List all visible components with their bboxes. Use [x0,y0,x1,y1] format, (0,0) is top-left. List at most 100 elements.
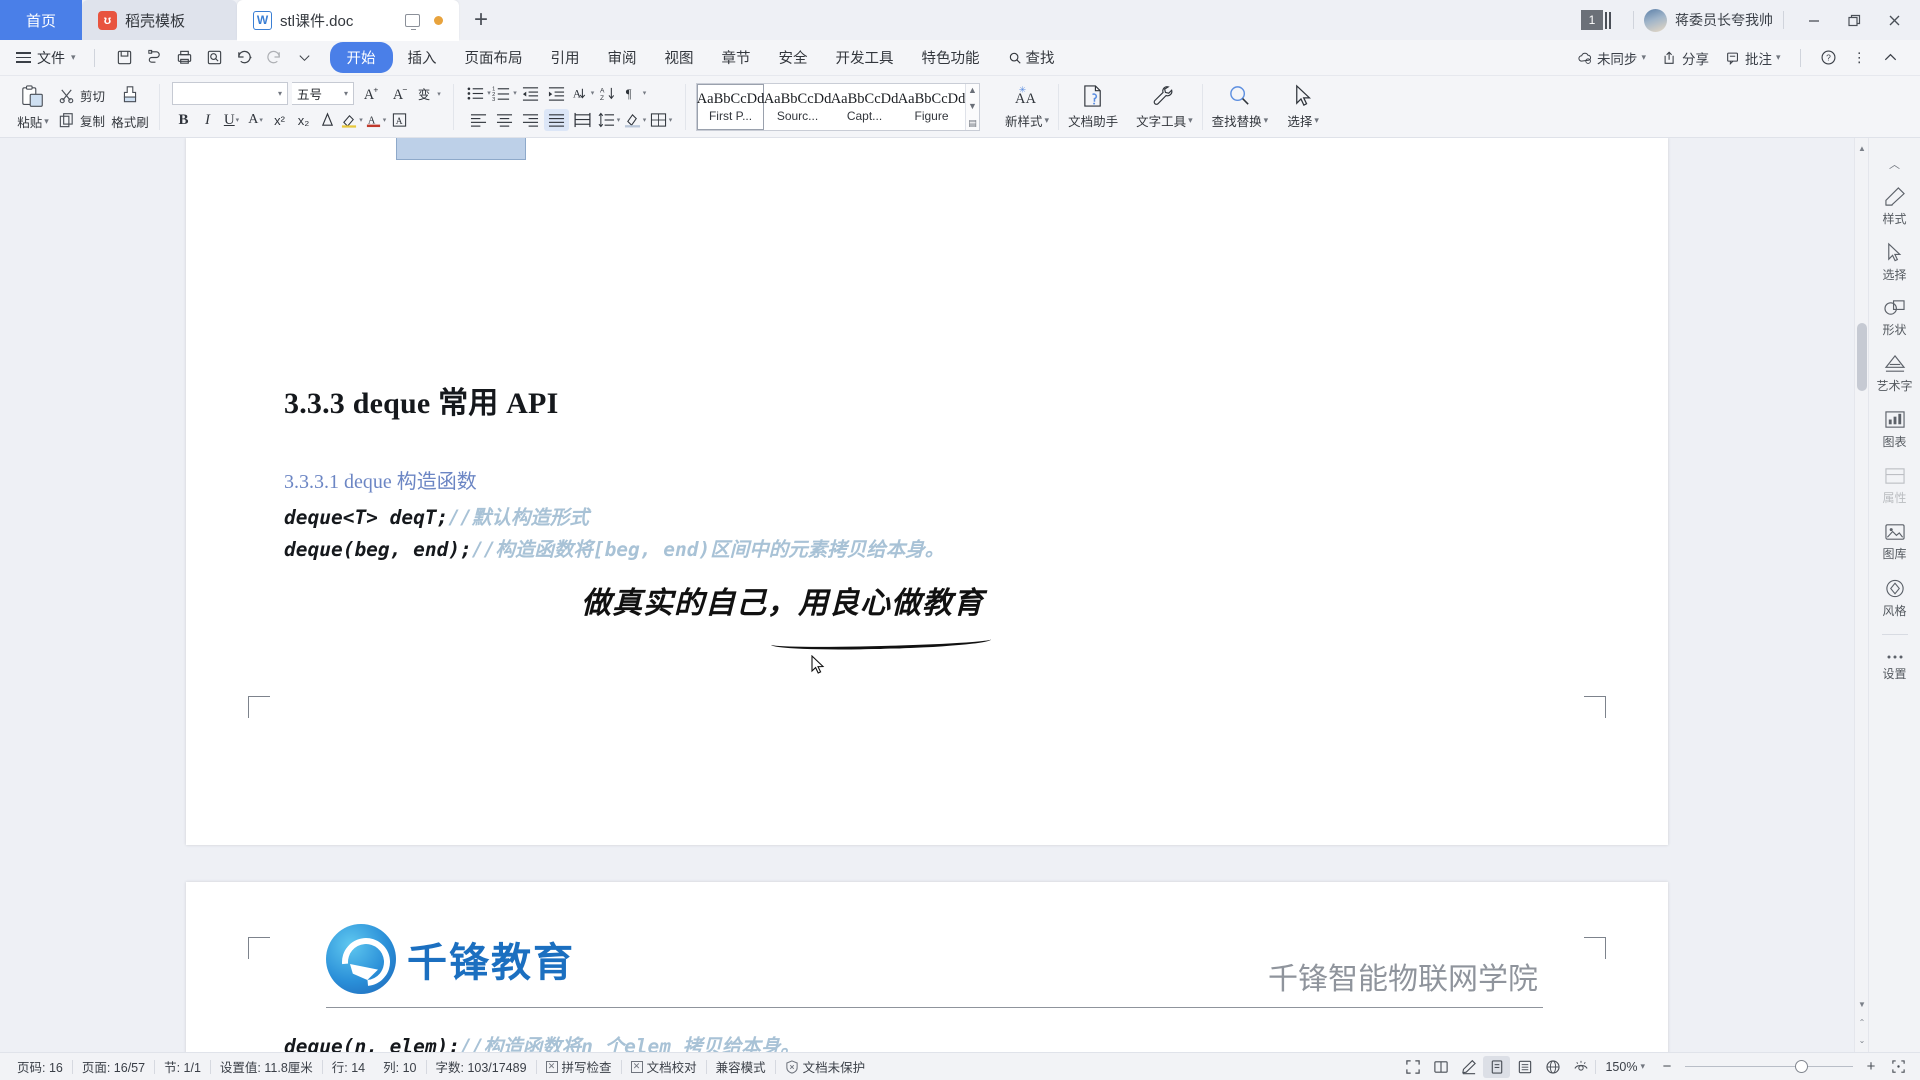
close-button[interactable] [1874,0,1914,40]
find-replace-button[interactable]: 查找替换 ▾ [1203,84,1278,130]
help-button[interactable]: ? [1813,45,1844,70]
sort-button[interactable]: AZ [596,82,621,104]
underline-button[interactable]: U ▾ [220,109,243,131]
print-layout-icon[interactable] [1483,1055,1511,1078]
style-item-caption[interactable]: AaBbCcDd Capt... [831,84,899,130]
fullscreen-icon[interactable] [1399,1056,1426,1078]
select-button[interactable]: 选择 ▾ [1277,83,1329,130]
next-page-icon[interactable]: ⌄ [1855,1032,1869,1048]
dock-item-gallery[interactable]: 图库 [1869,514,1920,570]
fit-page-button[interactable] [1885,1056,1912,1078]
subscript-button[interactable]: x₂ [292,109,315,131]
zoom-slider-track[interactable] [1685,1059,1853,1073]
file-menu-button[interactable]: 文件 ▾ [8,48,84,68]
numbered-list-button[interactable]: 123 ▾ [492,82,517,104]
paste-button[interactable]: 粘贴 ▾ [10,83,56,131]
status-word-count[interactable]: 字数: 103/17489 [427,1057,536,1076]
document-canvas[interactable]: 3.3.3 deque 常用 API 3.3.3.1 deque 构造函数 de… [0,138,1854,1052]
ribbon-tab-review[interactable]: 审阅 [595,42,650,73]
format-painter-button[interactable]: 格式刷 [107,83,153,131]
collapse-ribbon-button[interactable] [1875,45,1906,70]
dock-item-wordart[interactable]: 艺术字 [1869,346,1920,402]
status-section[interactable]: 节: 1/1 [155,1057,210,1076]
distribute-button[interactable] [570,109,595,131]
scroll-up-icon[interactable]: ▲ [968,85,977,95]
vertical-scrollbar[interactable]: ▲ ▼ ⌃ ⌄ [1854,138,1868,1052]
restore-button[interactable] [1834,0,1874,40]
cut-button[interactable]: 剪切 [58,86,105,105]
status-doc-proof[interactable]: ✕ 文档校对 [622,1057,706,1076]
prev-page-icon[interactable]: ⌃ [1855,1014,1869,1030]
save-icon[interactable] [111,44,138,71]
print-icon[interactable] [171,44,198,71]
dock-item-shapes[interactable]: 形状 [1869,290,1920,346]
dock-item-styles[interactable]: 样式 [1869,178,1920,234]
customize-toolbar-icon[interactable] [291,44,318,71]
line-spacing-button[interactable]: ▾ [596,109,621,131]
ribbon-tab-view[interactable]: 视图 [652,42,707,73]
minimize-button[interactable] [1794,0,1834,40]
text-border-button[interactable]: A ▾ [244,109,267,131]
justify-button[interactable] [544,109,570,131]
tab-stl-document[interactable]: W stl课件.doc [237,0,459,41]
inline-shape-box[interactable] [396,138,526,160]
outline-icon[interactable] [1511,1056,1538,1078]
sync-status-button[interactable]: 未同步 ▾ [1570,44,1653,72]
decrease-font-size-button[interactable]: A − [387,82,412,105]
status-page-number[interactable]: 页码: 16 [8,1057,72,1076]
web-layout-icon[interactable] [1539,1056,1566,1078]
find-icon[interactable] [201,44,228,71]
align-center-button[interactable] [492,109,517,131]
comment-button[interactable]: 批注 ▾ [1718,44,1788,72]
superscript-button[interactable]: x² [268,109,291,131]
italic-button[interactable]: I [196,109,219,131]
font-size-input[interactable]: 五号 ▾ [292,82,355,105]
borders-button[interactable]: ▾ [648,109,673,131]
ribbon-tab-find[interactable]: 查找 [995,42,1068,73]
document-page-1[interactable]: 3.3.3 deque 常用 API 3.3.3.1 deque 构造函数 de… [186,138,1668,845]
font-name-input[interactable]: ▾ [172,82,289,105]
status-page-of[interactable]: 页面: 16/57 [73,1057,154,1076]
status-setting-value[interactable]: 设置值: 11.8厘米 [211,1057,322,1076]
username-label[interactable]: 蒋委员长夸我帅 [1675,10,1773,30]
pinyin-guide-button[interactable]: 变 ▾ [416,82,441,105]
font-color-button[interactable]: A ▾ [364,109,387,131]
more-options-button[interactable]: ⋮ [1846,46,1874,70]
style-item-source[interactable]: AaBbCcDd Sourc... [764,84,832,130]
status-spellcheck[interactable]: ✕ 拼写检查 [537,1057,621,1076]
two-page-icon[interactable] [1427,1056,1454,1078]
print-preview-icon[interactable] [141,44,168,71]
zoom-slider[interactable] [1685,1059,1853,1073]
text-tools-button[interactable]: 文字工具 ▾ [1127,84,1202,130]
avatar[interactable] [1644,8,1667,32]
ribbon-tab-references[interactable]: 引用 [538,42,593,73]
zoom-in-button[interactable]: + [1858,1056,1884,1078]
notification-badge[interactable]: 1 [1581,10,1603,30]
tab-home[interactable]: 首页 [0,0,82,40]
new-style-button[interactable]: A A ✳ 新样式 ▾ [996,84,1058,130]
scroll-down-icon[interactable]: ▼ [968,102,977,111]
copy-button[interactable]: 复制 [58,111,105,130]
ribbon-tab-security[interactable]: 安全 [766,42,821,73]
status-column[interactable]: 列: 10 [374,1057,425,1076]
ribbon-tab-section[interactable]: 章节 [709,42,764,73]
ribbon-tab-insert[interactable]: 插入 [395,42,450,73]
decrease-indent-button[interactable] [518,82,543,104]
clear-format-button[interactable] [316,109,339,131]
edit-pen-icon[interactable] [1455,1056,1482,1078]
panel-bars-icon[interactable] [1605,11,1611,29]
share-button[interactable]: 分享 [1655,44,1716,72]
scroll-up-icon[interactable]: ▲ [1855,140,1869,156]
undo-icon[interactable] [231,44,258,71]
expand-gallery-icon[interactable]: ▤ [968,118,977,128]
increase-font-size-button[interactable]: A + [358,82,383,105]
new-tab-button[interactable]: + [459,0,503,40]
reading-eye-icon[interactable] [1567,1056,1594,1078]
ribbon-tab-start[interactable]: 开始 [329,42,393,73]
document-page-2[interactable]: 千锋教育 千锋智能物联网学院 deque(n, elem);//构造函数将n 个… [186,882,1668,1052]
status-line[interactable]: 行: 14 [323,1057,374,1076]
tab-daoke-template[interactable]: ʊ 稻壳模板 [82,0,237,40]
presentation-icon[interactable] [405,13,420,30]
text-direction-button[interactable]: A ▾ [570,82,595,104]
zoom-level-button[interactable]: 150% ▾ [1597,1060,1653,1074]
